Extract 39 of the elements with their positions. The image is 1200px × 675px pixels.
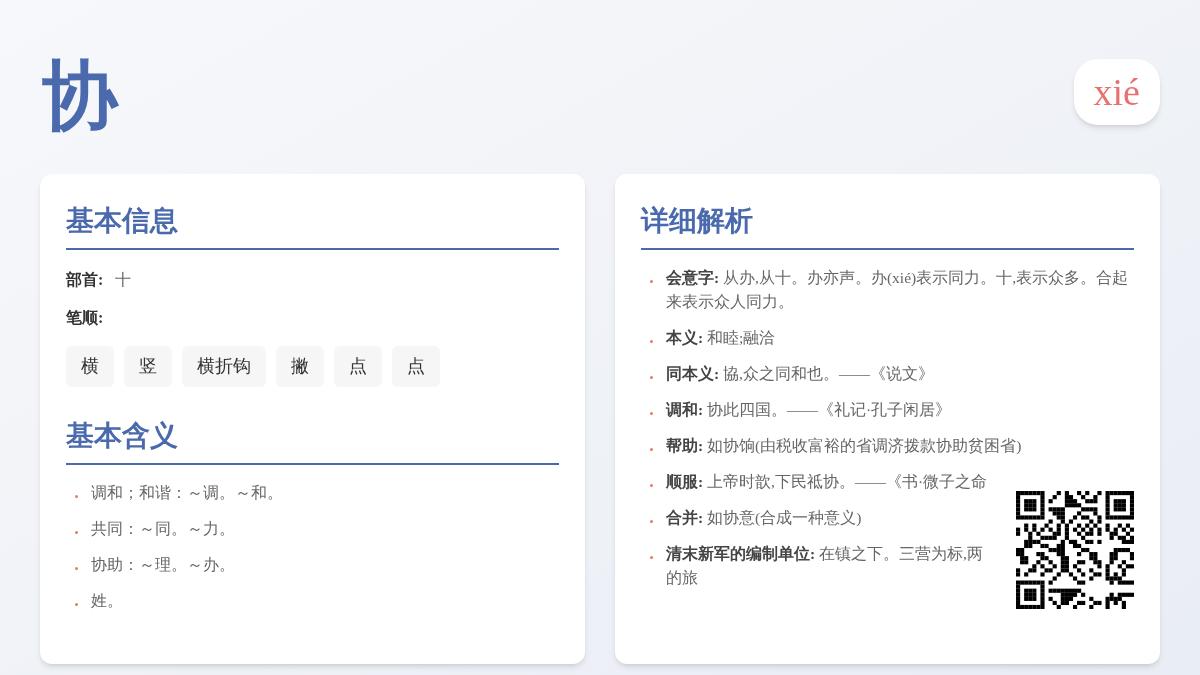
detail-text: 会意字: 从办,从十。办亦声。办(xié)表示同力。十,表示众多。合起来表示众人同力。 — [666, 268, 1130, 312]
detail-text: 清末新军的编制单位: 在镇之下。三营为标,两 — [666, 544, 983, 564]
bullet-icon — [650, 556, 653, 559]
pinyin-badge: xié — [1073, 59, 1160, 125]
meaning-text: 姓。 — [91, 591, 123, 611]
section-heading: 基本信息 — [66, 202, 559, 250]
stroke-chip: 撇 — [276, 346, 324, 387]
bullet-icon — [75, 495, 78, 498]
bullet-icon — [650, 340, 653, 343]
detail-text: 合并: 如协意(合成一种意义) — [666, 508, 862, 528]
character-title: 协 — [42, 53, 118, 140]
bullet-icon — [650, 280, 653, 283]
detail-text: 同本义: 協,众之同和也。——《说文》 — [666, 364, 934, 384]
bullet-icon — [75, 531, 78, 534]
bullet-icon — [650, 376, 653, 379]
section-heading: 基本含义 — [66, 417, 559, 465]
detail-text: 帮助: 如协饷(由税收富裕的省调济拨款协助贫困省) — [666, 436, 1022, 456]
bullet-icon — [650, 412, 653, 415]
detail-text-continuation: 的旅 — [666, 568, 699, 588]
stroke-chip: 竖 — [124, 346, 172, 387]
bullet-icon — [650, 448, 653, 451]
meaning-text: 调和；和谐：～调。～和。 — [91, 483, 283, 503]
bullet-icon — [75, 603, 78, 606]
meaning-text: 协助：～理。～办。 — [91, 555, 235, 575]
detail-text: 本义: 和睦;融洽 — [666, 328, 776, 348]
stroke-chip: 点 — [392, 346, 440, 387]
section-heading: 详细解析 — [641, 202, 1134, 250]
stroke-chip: 横 — [66, 346, 114, 387]
stroke-order-label: 笔顺: — [66, 308, 105, 328]
bullet-icon — [650, 484, 653, 487]
detail-text: 顺服: 上帝时歆,下民祗协。——《书·微子之命 — [666, 472, 988, 492]
meaning-text: 共同：～同。～力。 — [91, 519, 235, 539]
stroke-chip: 横折钩 — [182, 346, 266, 387]
bullet-icon — [650, 520, 653, 523]
stroke-chip: 点 — [334, 346, 382, 387]
detail-text: 调和: 协此四国。——《礼记·孔子闲居》 — [666, 400, 952, 420]
bullet-icon — [75, 567, 78, 570]
radical-value: 十 — [115, 270, 132, 290]
radical-label: 部首: — [66, 270, 104, 290]
